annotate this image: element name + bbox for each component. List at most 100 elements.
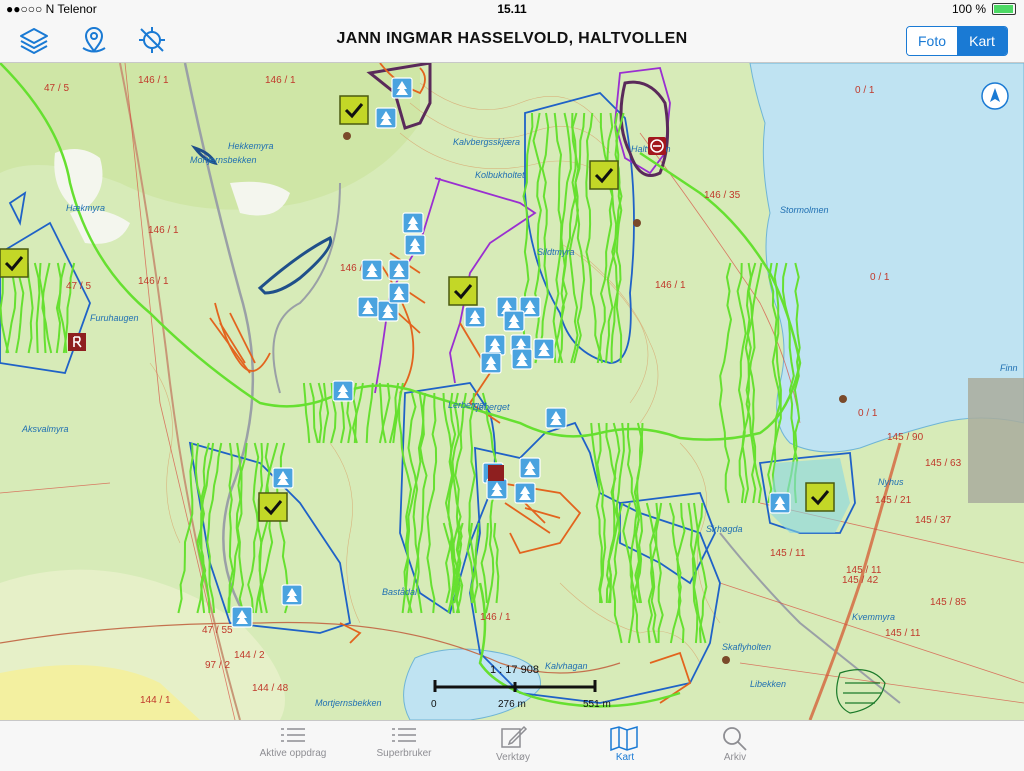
warning-sign-icon xyxy=(648,137,666,155)
place-name: Tjøberget xyxy=(471,402,510,412)
raster-tile xyxy=(968,378,1024,503)
parcel-label: 97 / 2 xyxy=(205,660,230,671)
place-name: Kvemmyra xyxy=(852,612,895,622)
tree-icon xyxy=(533,338,555,360)
parcel-label: 47 / 5 xyxy=(44,83,69,94)
compass-icon[interactable] xyxy=(981,82,1009,110)
tab-kart[interactable]: Kart xyxy=(575,723,675,763)
scale-tick-2: 551 m xyxy=(583,699,611,710)
tree-icon xyxy=(464,306,486,328)
tree-icon xyxy=(388,282,410,304)
tab-label: Aktive oppdrag xyxy=(259,748,327,759)
photo-tab[interactable]: Foto xyxy=(907,27,957,55)
tree-icon xyxy=(511,348,533,370)
place-name: Hækmyra xyxy=(66,203,105,213)
tree-icon xyxy=(769,492,791,514)
tree-icon xyxy=(361,259,383,281)
place-name: Bastådal xyxy=(382,587,418,597)
parcel-label: 145 / 21 xyxy=(875,495,912,506)
clock: 15.11 xyxy=(497,2,527,16)
parcel-label: 47 / 55 xyxy=(202,625,233,636)
place-name: Kalvbergsskjæra xyxy=(453,137,520,147)
status-bar: ●●○○○ N Telenor 15.11 100 % xyxy=(0,0,1024,18)
parcel-label: 145 / 42 xyxy=(842,575,879,586)
tab-label: Kart xyxy=(615,752,635,763)
status-right: 100 % xyxy=(952,2,1016,16)
scale-tick-0: 0 xyxy=(431,699,437,710)
tree-icon xyxy=(388,259,410,281)
parcel-label: 144 / 1 xyxy=(140,695,171,706)
place-name: Finn xyxy=(1000,363,1018,373)
check-icon[interactable] xyxy=(258,492,288,522)
page-title: JANN INGMAR HASSELVOLD, HALTVOLLEN xyxy=(336,30,688,47)
parcel-label: 145 / 37 xyxy=(915,515,952,526)
list-icon xyxy=(281,728,305,742)
parcel-label: 146 / 1 xyxy=(655,280,686,291)
scale-tick-1: 276 m xyxy=(498,699,526,710)
place-name: Kalvhagan xyxy=(545,661,588,671)
tree-icon xyxy=(332,380,354,402)
check-icon[interactable] xyxy=(0,248,29,278)
tab-label: Verktøy xyxy=(496,752,530,763)
parcel-label: 0 / 1 xyxy=(858,408,878,419)
edit-icon xyxy=(501,725,528,748)
map-canvas[interactable]: 146 / 1 47 / 5 146 / 1 146 / 1 146 / 1 146 / … xyxy=(0,63,1024,720)
nav-bar: JANN INGMAR HASSELVOLD, HALTVOLLEN Foto … xyxy=(0,18,1024,63)
tab-aktive-oppdrag[interactable]: Aktive oppdrag xyxy=(243,723,343,759)
parcel-label: 47 / 5 xyxy=(66,281,91,292)
place-name: Furuhaugen xyxy=(90,313,139,323)
map-tab[interactable]: Kart xyxy=(957,27,1007,55)
place-name: Sirhøgda xyxy=(706,524,743,534)
tree-icon xyxy=(375,107,397,129)
tree-icon xyxy=(545,407,567,429)
parcel-label: 146 / 35 xyxy=(704,190,741,201)
parcel-label: 145 / 11 xyxy=(885,628,921,639)
tree-icon xyxy=(486,478,508,500)
parcel-label: 146 / 1 xyxy=(148,225,179,236)
battery-icon xyxy=(992,3,1016,15)
tab-verktoy[interactable]: Verktøy xyxy=(463,723,563,763)
tree-icon xyxy=(404,234,426,256)
parcel-label: 145 / 85 xyxy=(930,597,967,608)
parcel-label: 144 / 48 xyxy=(252,683,289,694)
tab-label: Arkiv xyxy=(723,752,747,763)
tab-superbruker[interactable]: Superbruker xyxy=(354,723,454,759)
tree-icon xyxy=(514,482,536,504)
place-name: Mortjernsbekken xyxy=(190,155,257,165)
check-icon[interactable] xyxy=(589,160,619,190)
tree-icon xyxy=(357,296,379,318)
tab-bar: Aktive oppdrag Superbruker Verktøy Kart … xyxy=(0,720,1024,771)
place-name: Aksvalmyra xyxy=(21,424,69,434)
tree-icon xyxy=(272,467,294,489)
parcel-label: 145 / 90 xyxy=(887,432,924,443)
tab-arkiv[interactable]: Arkiv xyxy=(685,723,785,763)
list-icon xyxy=(392,728,416,742)
place-name: Kolbukholtet xyxy=(475,170,525,180)
map-icon xyxy=(610,725,638,751)
search-icon xyxy=(723,727,747,751)
map-view[interactable]: 146 / 1 47 / 5 146 / 1 146 / 1 146 / 1 146 / … xyxy=(0,63,1024,720)
view-toggle: Foto Kart xyxy=(906,26,1008,56)
tree-icon xyxy=(503,310,525,332)
place-name: Sildtmyra xyxy=(537,247,575,257)
parcel-label: 0 / 1 xyxy=(855,85,875,96)
place-name: Nyhus xyxy=(878,477,904,487)
tree-icon xyxy=(484,334,506,356)
check-icon[interactable] xyxy=(448,276,478,306)
parcel-label: 146 / 1 xyxy=(265,75,296,86)
tree-icon xyxy=(281,584,303,606)
place-name: Stormolmen xyxy=(780,205,829,215)
parcel-label: 146 / 1 xyxy=(138,276,169,287)
check-icon[interactable] xyxy=(805,482,835,512)
check-icon[interactable] xyxy=(339,95,369,125)
parcel-label: 144 / 2 xyxy=(234,650,265,661)
tree-icon xyxy=(519,457,541,479)
place-name: Hekkemyra xyxy=(228,141,274,151)
stop-marker xyxy=(488,465,504,481)
battery-percent: 100 % xyxy=(951,2,986,16)
tree-icon xyxy=(231,606,253,628)
tab-label: Superbruker xyxy=(376,748,432,759)
tree-icon xyxy=(377,300,399,322)
parcel-label: 146 / 1 xyxy=(138,75,169,86)
place-name: Mortjernsbekken xyxy=(315,698,382,708)
